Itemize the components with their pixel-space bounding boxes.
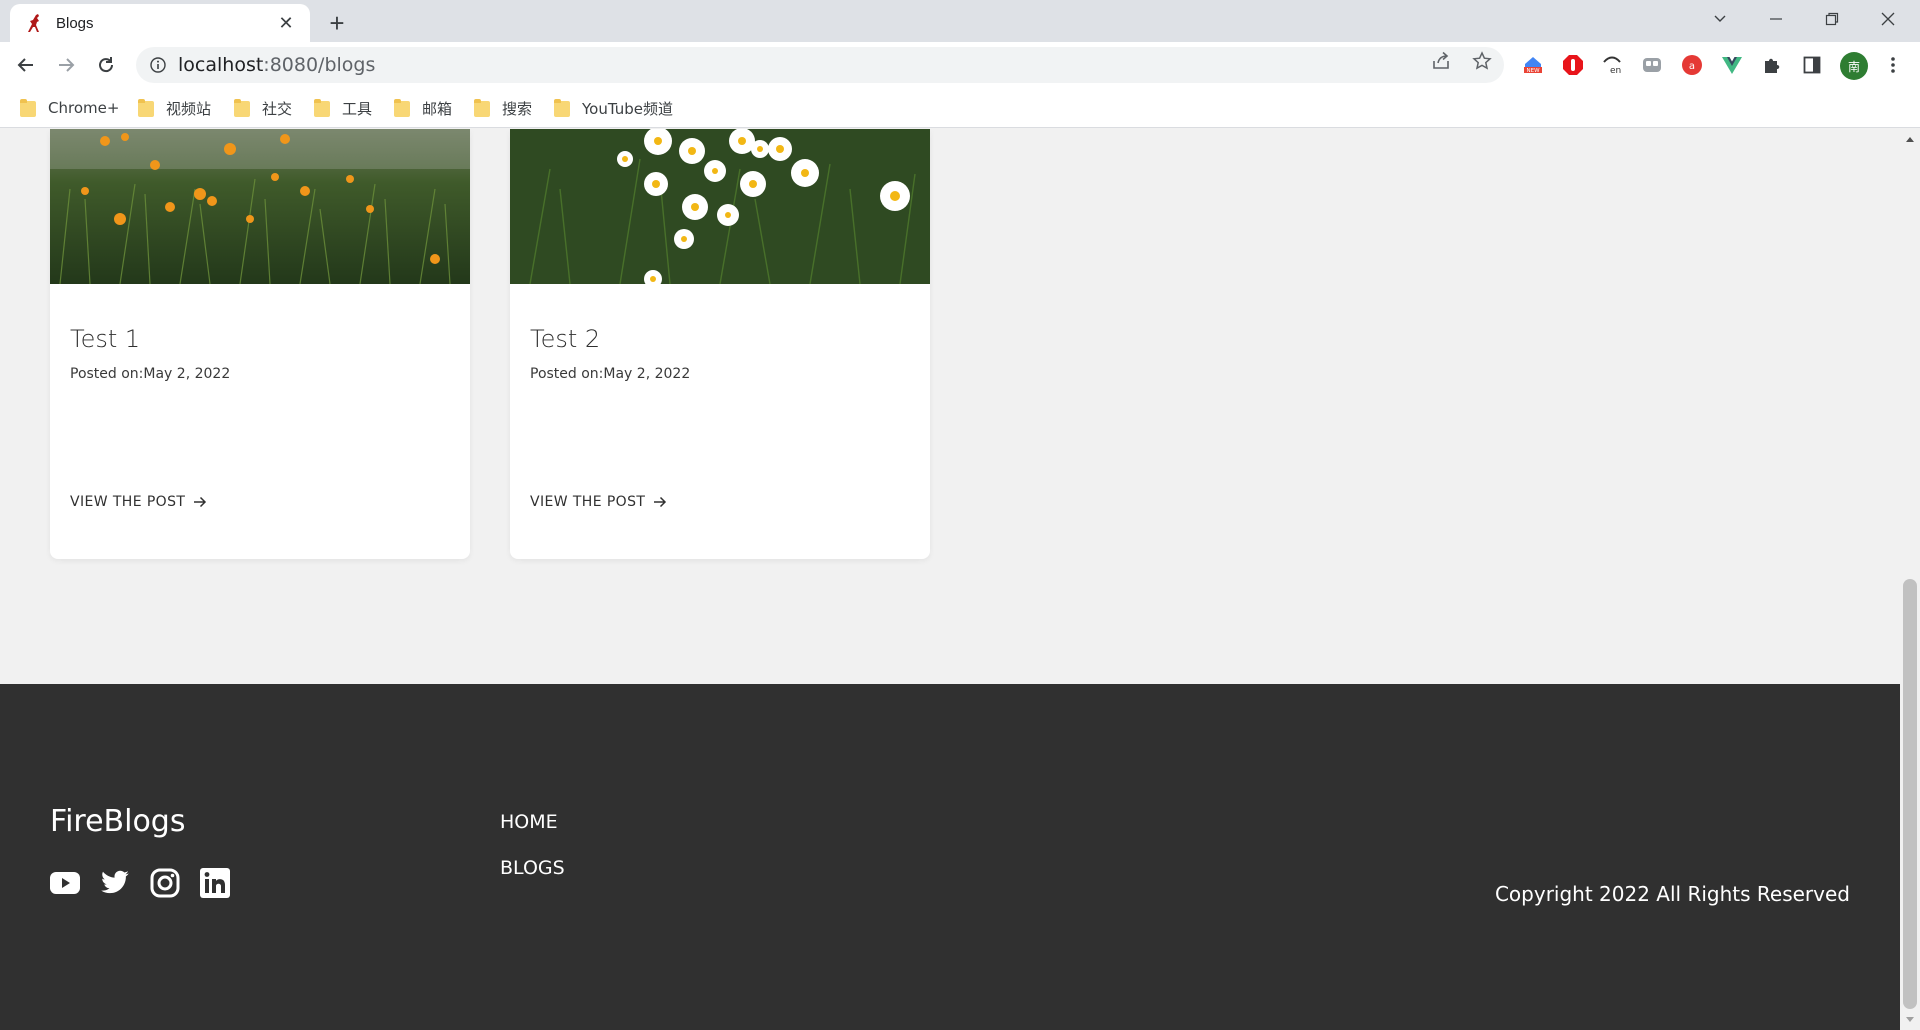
post-title: Test 2: [530, 325, 601, 353]
twitter-icon[interactable]: [100, 868, 130, 898]
bookmark-tools[interactable]: 工具: [314, 96, 372, 120]
blog-card: Test 1 Posted on:May 2, 2022 VIEW THE PO…: [50, 129, 470, 559]
bookmark-label: 视频站: [166, 99, 212, 118]
site-info-icon[interactable]: [148, 55, 168, 75]
folder-icon: [554, 99, 570, 117]
scrollbar-thumb[interactable]: [1903, 579, 1917, 1009]
url-path: :8080/blogs: [263, 54, 376, 76]
scroll-down-arrow-icon[interactable]: [1906, 1017, 1914, 1022]
side-panel-icon[interactable]: [1801, 54, 1823, 76]
daisies-photo: [510, 129, 930, 284]
folder-icon: [234, 99, 250, 117]
share-icon[interactable]: [1430, 50, 1452, 72]
new-tab-button[interactable]: +: [322, 8, 352, 38]
view-post-link[interactable]: VIEW THE POST: [530, 494, 669, 510]
bookmark-search[interactable]: 搜索: [474, 96, 532, 120]
extension-new-icon[interactable]: NEW: [1522, 54, 1544, 76]
profile-avatar[interactable]: 南: [1840, 52, 1868, 80]
bookmark-mail[interactable]: 邮箱: [394, 96, 452, 120]
arrow-right-icon: [653, 494, 669, 510]
bookmark-video-sites[interactable]: 视频站: [138, 96, 211, 120]
bookmark-label: 工具: [342, 99, 373, 118]
orange-flowers-photo: [50, 129, 470, 284]
page-scrollbar[interactable]: [1900, 129, 1920, 1030]
bookmark-label: 社交: [262, 99, 293, 118]
restore-icon[interactable]: [1804, 0, 1860, 38]
footer-link-blogs[interactable]: BLOGS: [500, 857, 565, 879]
view-post-label: VIEW THE POST: [70, 494, 186, 510]
folder-icon: [474, 99, 490, 117]
tab-close-icon[interactable]: ✕: [276, 13, 296, 33]
vue-devtools-icon[interactable]: [1721, 54, 1743, 76]
bookmark-star-icon[interactable]: [1471, 50, 1493, 72]
adblock-extension-icon[interactable]: [1562, 54, 1584, 76]
view-post-link[interactable]: VIEW THE POST: [70, 494, 209, 510]
svg-text:en: en: [1610, 66, 1621, 76]
post-date: Posted on:May 2, 2022: [530, 366, 691, 382]
youtube-icon[interactable]: [50, 868, 80, 898]
tab-strip: Blogs ✕ +: [0, 0, 1920, 42]
bookmark-label: YouTube频道: [582, 99, 673, 118]
folder-icon: [138, 99, 154, 117]
post-title: Test 1: [70, 325, 141, 353]
social-links: [50, 868, 230, 898]
bookmarks-bar: Chrome+ 视频站 社交 工具 邮箱 搜索 YouTube频道: [0, 88, 1920, 128]
minimize-icon[interactable]: [1748, 0, 1804, 38]
folder-icon: [394, 99, 410, 117]
copyright-text: Copyright 2022 All Rights Reserved: [1494, 882, 1850, 906]
blog-card: Test 2 Posted on:May 2, 2022 VIEW THE PO…: [510, 129, 930, 559]
post-date: Posted on:May 2, 2022: [70, 366, 231, 382]
bookmark-youtube-channels[interactable]: YouTube频道: [554, 96, 673, 120]
address-bar[interactable]: localhost:8080/blogs: [136, 47, 1504, 83]
folder-icon: [314, 99, 330, 117]
url-host: localhost: [178, 54, 264, 76]
bookmark-label: 邮箱: [422, 99, 453, 118]
tab-search-icon[interactable]: [1692, 0, 1748, 38]
forward-arrow-icon[interactable]: [52, 51, 80, 79]
puzzle-extensions-icon[interactable]: [1761, 54, 1783, 76]
bookmark-social[interactable]: 社交: [234, 96, 292, 120]
instagram-icon[interactable]: [150, 868, 180, 898]
reload-icon[interactable]: [92, 51, 120, 79]
browser-toolbar: localhost:8080/blogs NEW en a 南: [0, 42, 1920, 88]
reader-extension-icon[interactable]: [1641, 54, 1663, 76]
footer-link-home[interactable]: HOME: [500, 811, 558, 833]
view-post-label: VIEW THE POST: [530, 494, 646, 510]
footer-brand[interactable]: FireBlogs: [50, 804, 185, 839]
kebab-menu-icon[interactable]: [1882, 54, 1904, 76]
bookmark-label: Chrome+: [48, 99, 120, 117]
tab-title: Blogs: [56, 14, 94, 32]
bookmark-chrome-plus[interactable]: Chrome+: [20, 96, 119, 120]
close-window-icon[interactable]: [1860, 0, 1916, 38]
dinosaur-favicon-icon: [24, 12, 46, 34]
url-text: localhost:8080/blogs: [178, 54, 375, 76]
site-footer: FireBlogs HOME BLOGS Copyright 2022 All …: [0, 684, 1900, 1030]
scroll-up-arrow-icon[interactable]: [1906, 137, 1914, 142]
translate-extension-icon[interactable]: en: [1601, 54, 1623, 76]
bookmark-label: 搜索: [502, 99, 533, 118]
back-arrow-icon[interactable]: [12, 51, 40, 79]
folder-icon: [20, 99, 36, 117]
svg-text:a: a: [1689, 61, 1695, 72]
tab-blogs[interactable]: Blogs ✕: [10, 4, 310, 42]
linkedin-icon[interactable]: [200, 868, 230, 898]
page-viewport: Test 1 Posted on:May 2, 2022 VIEW THE PO…: [0, 129, 1900, 1030]
arrow-right-icon: [193, 494, 209, 510]
red-extension-icon[interactable]: a: [1681, 54, 1703, 76]
svg-text:NEW: NEW: [1526, 68, 1540, 74]
